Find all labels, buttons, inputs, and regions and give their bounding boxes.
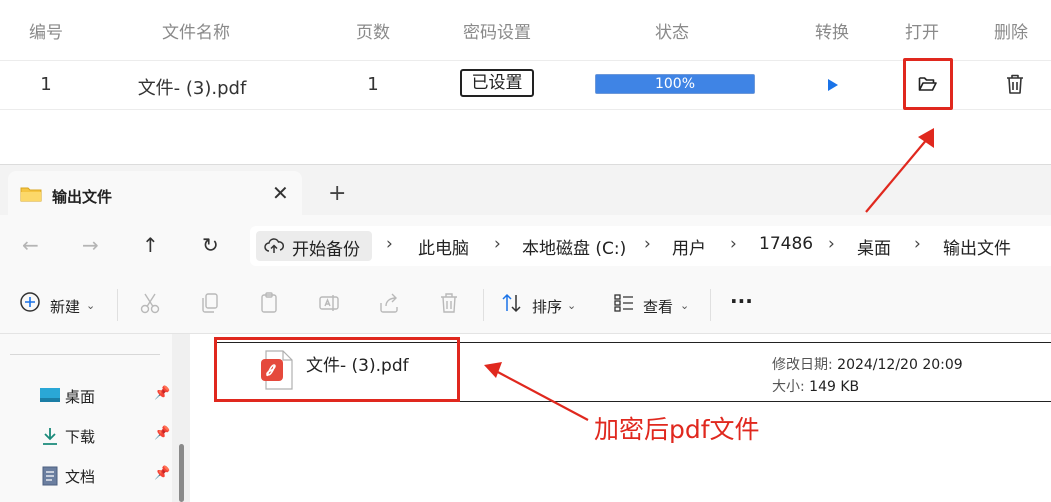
desktop-icon <box>40 388 60 402</box>
document-icon <box>42 466 58 486</box>
chevron-down-icon: ⌄ <box>680 299 690 312</box>
close-icon[interactable]: ✕ <box>272 181 289 205</box>
header-open: 打开 <box>905 23 939 43</box>
folder-icon <box>20 187 42 202</box>
sort-icon <box>502 293 521 313</box>
tab-output-folder[interactable]: 输出文件 ✕ <box>8 171 302 219</box>
plus-circle-icon <box>20 292 40 312</box>
sidebar-item-label: 下载 <box>65 428 96 446</box>
pin-icon[interactable]: 📌 <box>154 386 170 401</box>
pin-icon[interactable]: 📌 <box>154 426 170 441</box>
toolbar-divider <box>483 289 484 321</box>
sidebar-item-label: 桌面 <box>65 388 96 406</box>
file-explorer-window: 输出文件 ✕ + ← → ↑ ↻ 开始备份 › 此电脑 › 本地磁盘 (C:) … <box>0 164 1051 502</box>
progress-bar: 100% <box>595 74 755 94</box>
row-index: 1 <box>40 74 52 95</box>
sort-label: 排序 <box>532 298 563 316</box>
navigation-pane: 桌面 📌 下载 📌 文档 📌 <box>0 334 172 502</box>
new-tab-button[interactable]: + <box>328 181 346 206</box>
paste-icon[interactable] <box>258 291 280 315</box>
header-delete: 删除 <box>994 23 1028 43</box>
sidebar-scrollbar-thumb[interactable] <box>179 444 184 502</box>
file-modified-date: 修改日期: 2024/12/20 20:09 <box>772 354 963 374</box>
breadcrumb-local-disk[interactable]: 本地磁盘 (C:) <box>522 234 626 259</box>
open-folder-button[interactable] <box>903 58 953 110</box>
row-pages: 1 <box>367 74 379 95</box>
forward-arrow-icon[interactable]: → <box>82 233 99 257</box>
address-bar[interactable]: 开始备份 › 此电脑 › 本地磁盘 (C:) › 用户 › 17486 › 桌面… <box>250 226 1051 266</box>
header-index: 编号 <box>29 23 63 43</box>
breadcrumb-output[interactable]: 输出文件 <box>943 234 1011 259</box>
chevron-right-icon: › <box>730 234 737 254</box>
command-toolbar: 新建 ⌄ 排序 ⌄ 查看 ⌄ ··· <box>0 277 1051 334</box>
trash-icon[interactable] <box>1005 73 1025 95</box>
navigation-bar: ← → ↑ ↻ 开始备份 › 此电脑 › 本地磁盘 (C:) › 用户 › 17… <box>0 215 1051 277</box>
highlight-box-file <box>214 337 460 402</box>
toolbar-divider <box>117 289 118 321</box>
rename-icon[interactable] <box>318 291 340 315</box>
modified-label: 修改日期: <box>772 357 833 373</box>
back-arrow-icon[interactable]: ← <box>22 233 39 257</box>
view-list-icon <box>614 294 633 312</box>
sidebar-divider <box>10 354 160 355</box>
cut-icon[interactable] <box>139 291 161 315</box>
share-icon[interactable] <box>378 291 400 315</box>
size-label: 大小: <box>772 379 805 395</box>
breadcrumb-users[interactable]: 用户 <box>672 234 706 259</box>
password-status-badge: 已设置 <box>460 69 534 97</box>
progress-text: 100% <box>654 76 696 92</box>
more-options-button[interactable]: ··· <box>730 289 753 313</box>
tab-title: 输出文件 <box>52 188 113 206</box>
backup-button[interactable]: 开始备份 <box>256 231 372 261</box>
row-file-name: 文件- (3).pdf <box>137 78 247 99</box>
chevron-right-icon: › <box>494 234 501 254</box>
chevron-down-icon: ⌄ <box>567 299 577 312</box>
sidebar-item-label: 文档 <box>65 468 96 486</box>
view-label: 查看 <box>643 298 674 316</box>
size-value: 149 KB <box>809 379 860 395</box>
breadcrumb-desktop[interactable]: 桌面 <box>857 234 891 259</box>
download-icon <box>43 428 57 445</box>
pin-icon[interactable]: 📌 <box>154 466 170 481</box>
chevron-right-icon: › <box>828 234 835 254</box>
folder-open-icon <box>918 77 937 91</box>
header-status: 状态 <box>655 23 689 43</box>
file-size: 大小: 149 KB <box>772 376 859 396</box>
up-arrow-icon[interactable]: ↑ <box>142 233 159 257</box>
table-row: 1 文件- (3).pdf 1 已设置 100% <box>0 58 1051 110</box>
table-header: 编号 文件名称 页数 密码设置 状态 转换 打开 删除 <box>0 0 1051 61</box>
chevron-right-icon: › <box>644 234 651 254</box>
header-password: 密码设置 <box>463 23 531 43</box>
header-convert: 转换 <box>815 23 849 43</box>
toolbar-divider <box>710 289 711 321</box>
cloud-backup-icon <box>264 238 284 253</box>
delete-icon[interactable] <box>438 291 460 315</box>
annotation-label: 加密后pdf文件 <box>594 415 760 444</box>
chevron-down-icon: ⌄ <box>86 299 96 312</box>
play-icon[interactable] <box>828 79 838 91</box>
modified-value: 2024/12/20 20:09 <box>837 357 963 373</box>
breadcrumb-this-pc[interactable]: 此电脑 <box>418 234 469 259</box>
refresh-icon[interactable]: ↻ <box>202 233 219 257</box>
chevron-right-icon: › <box>914 234 921 254</box>
copy-icon[interactable] <box>199 291 221 315</box>
header-pages: 页数 <box>356 23 390 43</box>
breadcrumb-user-folder[interactable]: 17486 <box>759 234 813 254</box>
chevron-right-icon: › <box>386 234 393 254</box>
new-label: 新建 <box>50 298 81 316</box>
header-file-name: 文件名称 <box>162 23 230 43</box>
backup-label: 开始备份 <box>292 240 360 260</box>
